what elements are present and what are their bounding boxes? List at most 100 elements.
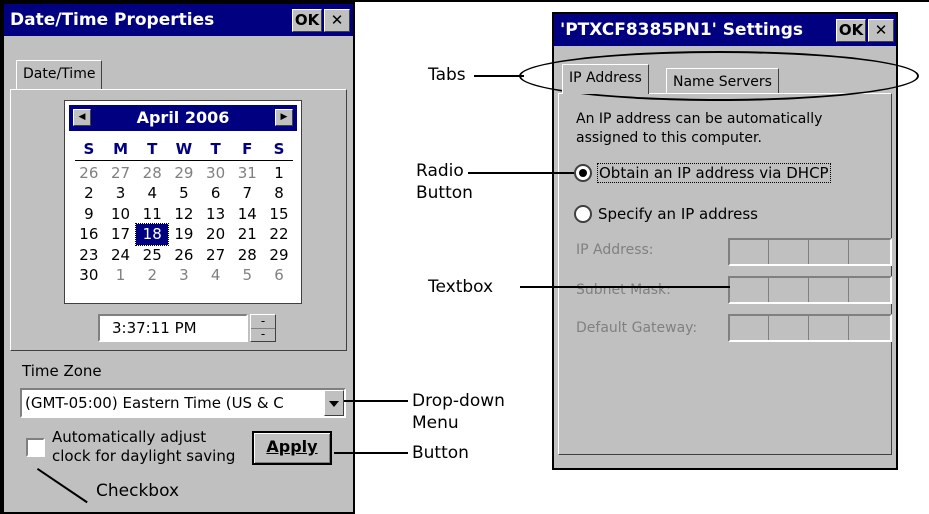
- radio-annotation-line1: Radio: [416, 161, 464, 181]
- apply-button[interactable]: Apply: [252, 431, 332, 465]
- calendar-day[interactable]: 17: [105, 224, 137, 245]
- calendar-week: 9 10 11 12 13 14 15: [73, 204, 295, 225]
- calendar[interactable]: ◀ April 2006 ▶ SMTWTFS 26 27 28 29 30 31 1 2 3 4 5…: [64, 100, 302, 304]
- daylight-label-line2: clock for daylight saving: [52, 447, 236, 465]
- calendar-day[interactable]: 24: [105, 245, 137, 266]
- calendar-day[interactable]: 15: [263, 204, 295, 225]
- calendar-day[interactable]: 8: [263, 183, 295, 204]
- calendar-day[interactable]: 11: [136, 204, 168, 225]
- calendar-day[interactable]: 30: [73, 265, 105, 286]
- window-title: Date/Time Properties: [10, 10, 215, 30]
- ip-segment-divider: [848, 316, 849, 340]
- calendar-day[interactable]: 2: [73, 183, 105, 204]
- calendar-day[interactable]: 14: [231, 204, 263, 225]
- calendar-day[interactable]: 18: [135, 223, 170, 246]
- calendar-day[interactable]: 12: [168, 204, 200, 225]
- ip-segment-divider: [768, 278, 769, 302]
- tab-ip-address[interactable]: IP Address: [562, 64, 649, 94]
- calendar-day[interactable]: 26: [73, 163, 105, 184]
- spin-down-icon[interactable]: -: [251, 328, 275, 341]
- ok-button[interactable]: OK: [292, 9, 322, 32]
- radio-specify-label: Specify an IP address: [598, 205, 758, 223]
- weekday-label: S: [273, 140, 285, 158]
- subnet-mask-field[interactable]: [728, 276, 892, 304]
- calendar-day[interactable]: 10: [105, 204, 137, 225]
- calendar-day[interactable]: 29: [168, 163, 200, 184]
- dropdown-annotation-line1: Drop-down: [412, 391, 505, 411]
- ip-segment-divider: [808, 240, 809, 264]
- calendar-day[interactable]: 22: [263, 224, 295, 245]
- calendar-day[interactable]: 4: [200, 265, 232, 286]
- calendar-day[interactable]: 13: [200, 204, 232, 225]
- tab-date-time[interactable]: Date/Time: [16, 60, 103, 90]
- calendar-day[interactable]: 3: [105, 183, 137, 204]
- calendar-week: 30 1 2 3 4 5 6: [73, 265, 295, 286]
- calendar-week: 16 17 18 19 20 21 22: [73, 223, 295, 246]
- calendar-day[interactable]: 28: [231, 245, 263, 266]
- description: An IP address can be automatically assig…: [576, 110, 822, 148]
- time-zone-label: Time Zone: [22, 362, 102, 380]
- button-annotation: Button: [412, 443, 469, 463]
- weekday-label: M: [113, 140, 128, 158]
- radio-annotation: Radio Button: [416, 160, 473, 204]
- calendar-day[interactable]: 2: [136, 265, 168, 286]
- calendar-day[interactable]: 3: [168, 265, 200, 286]
- default-gateway-field[interactable]: [728, 314, 892, 342]
- calendar-day[interactable]: 31: [231, 163, 263, 184]
- dropdown-annotation: Drop-down Menu: [412, 390, 505, 434]
- calendar-day[interactable]: 20: [200, 224, 232, 245]
- textbox-pointer: [520, 286, 730, 288]
- calendar-weeks: 26 27 28 29 30 31 1 2 3 4 5 6 7 8 9 10 11 12 13 14 15 16 17 18 1…: [73, 163, 295, 286]
- calendar-day[interactable]: 23: [73, 245, 105, 266]
- calendar-week: 2345678: [73, 183, 295, 204]
- ip-address-field[interactable]: [728, 238, 892, 266]
- close-button[interactable]: ✕: [868, 19, 894, 42]
- calendar-day[interactable]: 1: [105, 265, 137, 286]
- calendar-day[interactable]: 27: [200, 245, 232, 266]
- calendar-day[interactable]: 19: [168, 224, 200, 245]
- ip-address-label: IP Address:: [576, 242, 654, 258]
- calendar-day[interactable]: 7: [231, 183, 263, 204]
- calendar-day[interactable]: 28: [136, 163, 168, 184]
- weekday-label: S: [83, 140, 95, 158]
- calendar-weekdays: SMTWTFS: [73, 139, 295, 160]
- default-gateway-label: Default Gateway:: [576, 320, 698, 336]
- ip-segment-divider: [848, 278, 849, 302]
- calendar-week: 26 27 28 29 30 31 1: [73, 163, 295, 184]
- calendar-day[interactable]: 29: [263, 245, 295, 266]
- calendar-day[interactable]: 5: [231, 265, 263, 286]
- calendar-day[interactable]: 5: [168, 183, 200, 204]
- ok-button[interactable]: OK: [836, 19, 866, 42]
- radio-dhcp[interactable]: [574, 164, 592, 182]
- time-field[interactable]: 3:37:11 PM: [98, 314, 248, 342]
- radio-specify[interactable]: [574, 205, 592, 223]
- calendar-day[interactable]: 6: [200, 183, 232, 204]
- time-zone-select[interactable]: (GMT-05:00) Eastern Time (US & C: [20, 388, 346, 418]
- button-pointer: [334, 452, 408, 454]
- subnet-mask-label: Subnet Mask:: [576, 282, 671, 298]
- calendar-day[interactable]: 25: [136, 245, 168, 266]
- calendar-day[interactable]: 1: [263, 163, 295, 184]
- calendar-day[interactable]: 21: [231, 224, 263, 245]
- next-month-button[interactable]: ▶: [275, 109, 293, 126]
- ip-segment-divider: [768, 316, 769, 340]
- ip-segment-divider: [808, 316, 809, 340]
- tabs-pointer: [474, 75, 524, 77]
- close-button[interactable]: ✕: [324, 9, 350, 32]
- description-line2: assigned to this computer.: [576, 130, 762, 146]
- time-spinner[interactable]: - -: [250, 314, 276, 342]
- calendar-day[interactable]: 16: [73, 224, 105, 245]
- daylight-label-line1: Automatically adjust: [52, 428, 207, 446]
- tabs-annotation: Tabs: [428, 65, 466, 85]
- calendar-grid: SMTWTFS 26 27 28 29 30 31 1 2 3 4 5 6 7 8 9 10 11 12 13 14 1…: [73, 139, 295, 286]
- calendar-day[interactable]: 9: [73, 204, 105, 225]
- calendar-day[interactable]: 6: [263, 265, 295, 286]
- daylight-checkbox[interactable]: [26, 438, 45, 457]
- calendar-day[interactable]: 30: [200, 163, 232, 184]
- calendar-day[interactable]: 26: [168, 245, 200, 266]
- ip-segment-divider: [808, 278, 809, 302]
- dropdown-arrow-icon[interactable]: [324, 390, 344, 416]
- window-title: 'PTXCF8385PN1' Settings: [560, 20, 804, 40]
- calendar-day[interactable]: 27: [105, 163, 137, 184]
- calendar-day[interactable]: 4: [136, 183, 168, 204]
